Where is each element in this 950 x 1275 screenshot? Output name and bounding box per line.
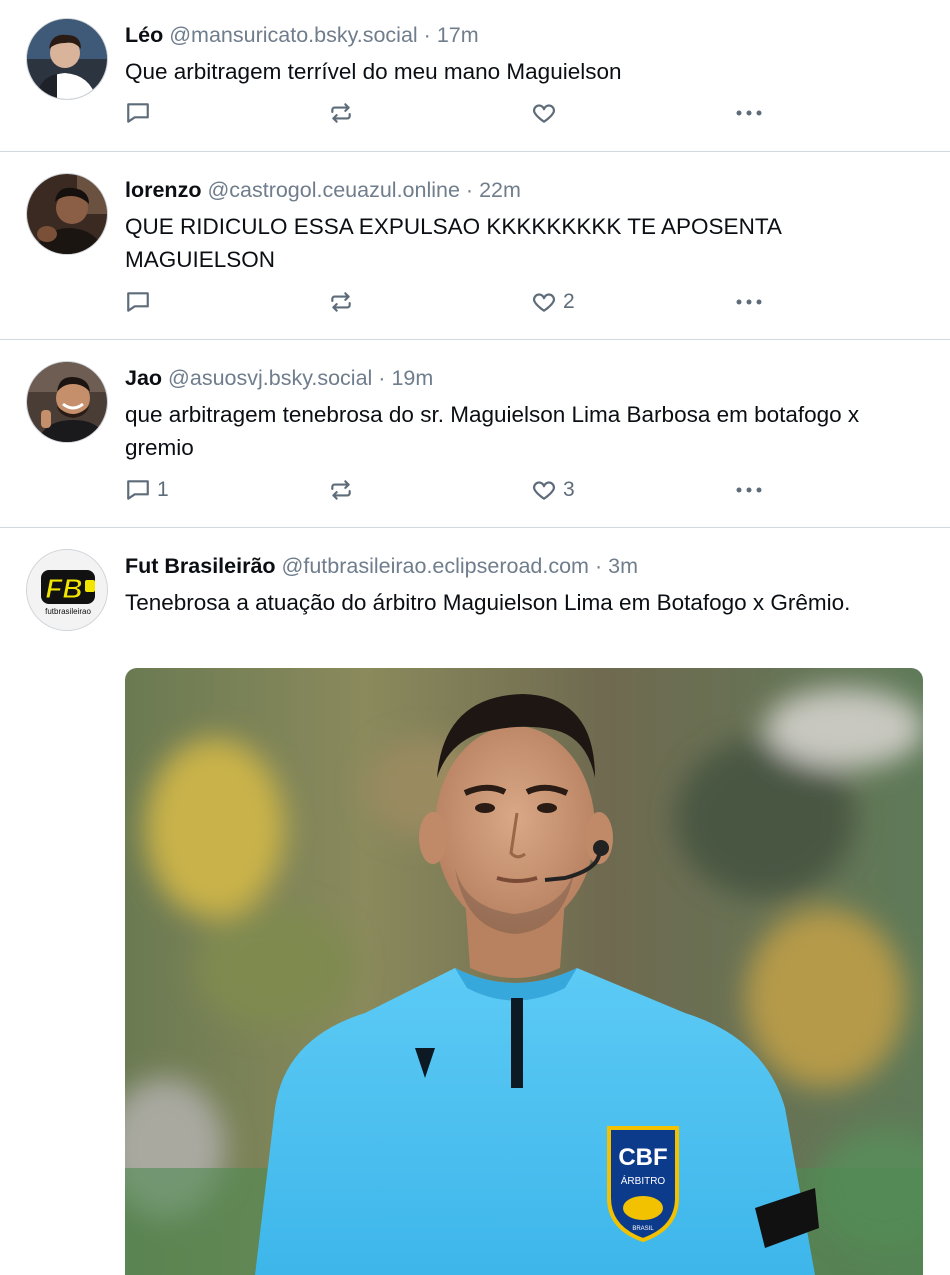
author-handle[interactable]: @futbrasileirao.eclipseroad.com xyxy=(282,554,589,578)
post-meta: Fut Brasileirão @futbrasileirao.eclipser… xyxy=(125,552,638,580)
logo-letters: FB xyxy=(45,573,82,604)
post-time[interactable]: 3m xyxy=(608,554,638,578)
reply-button[interactable] xyxy=(125,99,157,127)
badge-small-text: BRASIL xyxy=(632,1226,654,1232)
reply-button[interactable] xyxy=(125,288,157,316)
post-image[interactable]: CBF ÁRBITRO BRASIL xyxy=(125,668,923,1275)
post-time[interactable]: 22m xyxy=(479,178,521,202)
reply-button[interactable]: 1 xyxy=(125,476,169,504)
author-name[interactable]: lorenzo xyxy=(125,178,201,202)
post-time[interactable]: 19m xyxy=(391,366,433,390)
meta-separator: · xyxy=(378,366,386,390)
repost-button[interactable] xyxy=(328,476,354,504)
repost-icon xyxy=(331,103,351,123)
author-name[interactable]: Léo xyxy=(125,23,163,47)
post-text: que arbitragem tenebrosa do sr. Maguiels… xyxy=(125,402,860,460)
referee-photo: CBF ÁRBITRO BRASIL xyxy=(125,668,923,1275)
more-button[interactable] xyxy=(734,288,764,316)
more-icon xyxy=(736,299,762,305)
reply-icon xyxy=(127,292,149,312)
cbf-badge: CBF ÁRBITRO BRASIL xyxy=(607,1126,679,1243)
more-button[interactable] xyxy=(734,99,764,127)
author-name[interactable]: Jao xyxy=(125,366,162,390)
avatar-fut-brasileirao[interactable]: FB futbrasileirao xyxy=(26,549,108,631)
post-meta: Jao @asuosvj.bsky.social · 19m xyxy=(125,364,433,392)
post-meta: lorenzo @castrogol.ceuazul.online · 22m xyxy=(125,176,521,204)
repost-icon xyxy=(331,292,351,312)
avatar-leo[interactable] xyxy=(26,18,108,100)
post-text: Tenebrosa a atuação do árbitro Maguielso… xyxy=(125,590,851,615)
author-handle[interactable]: @castrogol.ceuazul.online xyxy=(207,178,460,202)
post-actions: 2 xyxy=(125,288,805,316)
repost-icon xyxy=(331,480,351,500)
badge-subtext: ÁRBITRO xyxy=(621,1174,666,1187)
reply-icon xyxy=(127,480,149,500)
like-button[interactable]: 3 xyxy=(531,476,575,504)
avatar-jao[interactable] xyxy=(26,361,108,443)
post-text: Que arbitragem terrível do meu mano Magu… xyxy=(125,59,622,84)
reply-count: 1 xyxy=(157,478,169,501)
post-meta: Léo @mansuricato.bsky.social · 17m xyxy=(125,21,479,49)
logo-subtext: futbrasileirao xyxy=(45,607,91,616)
author-handle[interactable]: @mansuricato.bsky.social xyxy=(169,23,417,47)
post-text: QUE RIDICULO ESSA EXPULSAO KKKKKKKKK TE … xyxy=(125,214,781,272)
post-1[interactable]: Léo @mansuricato.bsky.social · 17m Que a… xyxy=(0,0,950,152)
badge-text: CBF xyxy=(618,1144,667,1171)
post-2[interactable]: lorenzo @castrogol.ceuazul.online · 22m … xyxy=(0,152,950,340)
like-icon xyxy=(533,481,555,500)
meta-separator: · xyxy=(465,178,474,202)
more-button[interactable] xyxy=(734,476,764,504)
like-button[interactable] xyxy=(531,99,563,127)
like-count: 2 xyxy=(563,290,575,313)
meta-separator: · xyxy=(423,23,431,47)
reply-icon xyxy=(127,103,149,123)
repost-button[interactable] xyxy=(328,99,354,127)
like-button[interactable]: 2 xyxy=(531,288,575,316)
post-actions xyxy=(125,99,805,127)
post-3[interactable]: Jao @asuosvj.bsky.social · 19m que arbit… xyxy=(0,340,950,528)
author-handle[interactable]: @asuosvj.bsky.social xyxy=(168,366,372,390)
post-time[interactable]: 17m xyxy=(437,23,479,47)
like-icon xyxy=(533,104,555,123)
repost-button[interactable] xyxy=(328,288,354,316)
author-name[interactable]: Fut Brasileirão xyxy=(125,554,276,578)
avatar-lorenzo[interactable] xyxy=(26,173,108,255)
more-icon xyxy=(736,110,762,116)
post-actions: 1 3 xyxy=(125,476,805,504)
meta-separator: · xyxy=(594,554,603,578)
like-icon xyxy=(533,293,555,312)
more-icon xyxy=(736,487,762,493)
like-count: 3 xyxy=(563,478,575,501)
